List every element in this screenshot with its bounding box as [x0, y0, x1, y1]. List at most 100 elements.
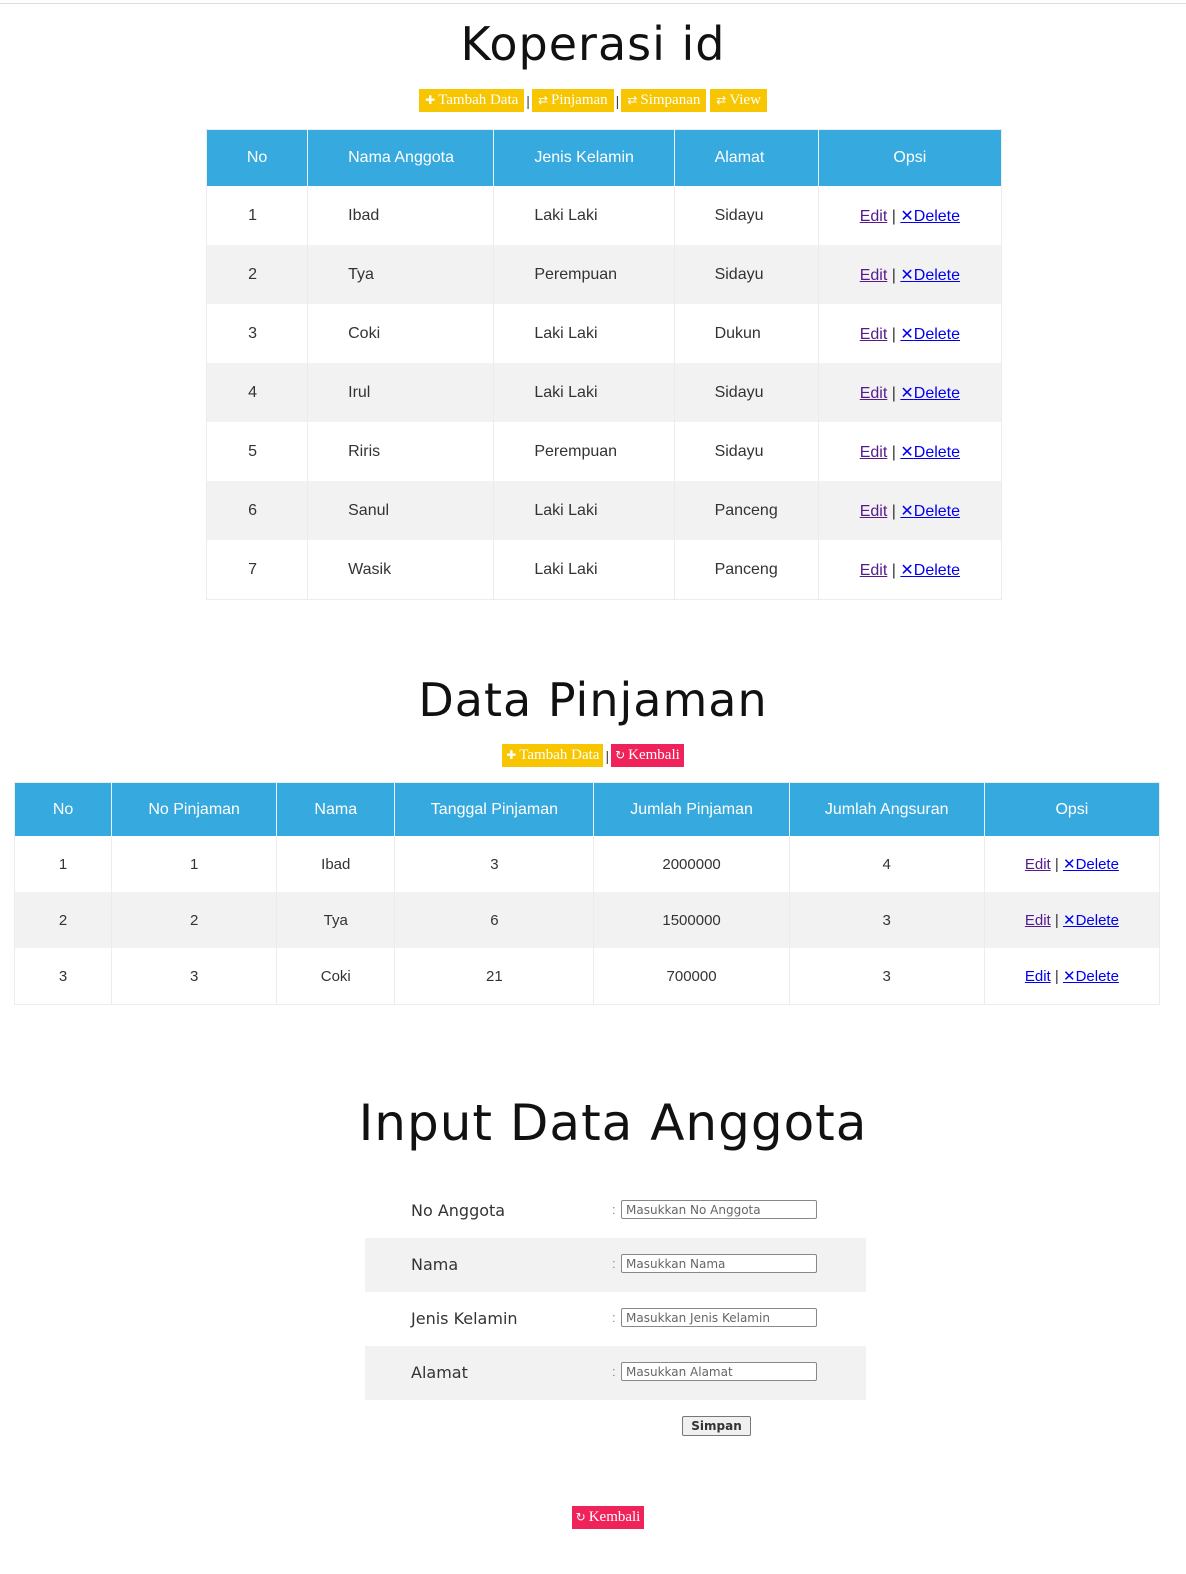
form-row: Nama : [365, 1238, 866, 1292]
separator: | [526, 92, 530, 109]
tambah-data-button[interactable]: ✚ Tambah Data [419, 89, 525, 112]
table-header-row: No No Pinjaman Nama Tanggal Pinjaman Jum… [14, 782, 1160, 836]
nama-cell: Coki [276, 948, 396, 1005]
close-icon: ✕ [900, 559, 914, 579]
alamat-input[interactable] [621, 1362, 817, 1381]
opsi-cell: Edit | ✕Delete [984, 892, 1160, 948]
edit-link[interactable]: Edit [1025, 968, 1051, 985]
separator: | [1054, 968, 1059, 985]
separator: | [605, 747, 610, 764]
kembali-label: Kembali [588, 1509, 641, 1525]
jenis-kelamin-cell: Laki Laki [493, 540, 675, 600]
field-label: Alamat [411, 1363, 468, 1382]
delete-label: Delete [913, 325, 961, 343]
delete-label: Delete [913, 443, 961, 461]
colon: : [612, 1202, 616, 1217]
nama-cell: Tya [307, 245, 495, 304]
column-header: Tanggal Pinjaman [394, 782, 595, 836]
table-row: 1 Ibad Laki Laki Sidayu Edit | ✕Delete [206, 186, 1002, 245]
table-row: 1 1 Ibad 3 2000000 4 Edit | ✕Delete [14, 836, 1160, 892]
no-cell: 2 [206, 245, 309, 304]
opsi-cell: Edit | ✕Delete [818, 186, 1002, 245]
delete-link[interactable]: ✕Delete [900, 324, 961, 343]
form-row: Alamat : [365, 1346, 866, 1400]
edit-link[interactable]: Edit [860, 385, 888, 402]
delete-link[interactable]: ✕Delete [900, 205, 960, 225]
nama-cell: Tya [276, 892, 396, 948]
table-row: 2 2 Tya 6 1500000 3 Edit | ✕Delete [14, 892, 1160, 948]
kembali-bottom-button[interactable]: ↻ Kembali [571, 1506, 645, 1529]
opsi-cell: Edit | ✕Delete [818, 245, 1002, 304]
column-header: No Pinjaman [111, 782, 278, 836]
delete-label: Delete [1075, 968, 1119, 985]
separator: | [1054, 856, 1059, 873]
delete-label: Delete [913, 266, 961, 284]
jenis-kelamin-cell: Laki Laki [493, 363, 675, 422]
jumlah-angsuran-cell: 4 [789, 836, 985, 892]
delete-label: Delete [1075, 912, 1119, 929]
simpan-button[interactable]: Simpan [682, 1416, 751, 1436]
edit-link[interactable]: Edit [860, 562, 888, 579]
view-button[interactable]: ⇄ View [710, 89, 767, 112]
no-cell: 1 [14, 836, 113, 892]
nama-input[interactable] [621, 1254, 817, 1273]
separator: | [615, 92, 620, 109]
field-label: No Anggota [411, 1201, 506, 1220]
delete-link[interactable]: ✕Delete [1062, 911, 1119, 929]
column-header: Alamat [674, 129, 819, 186]
close-icon: ✕ [1062, 967, 1076, 985]
close-icon: ✕ [1062, 911, 1076, 929]
top-divider [0, 3, 1186, 4]
table-row: 3 Coki Laki Laki Dukun Edit | ✕Delete [206, 304, 1002, 363]
jumlah-pinjaman-cell: 1500000 [593, 892, 790, 948]
edit-link[interactable]: Edit [860, 267, 888, 284]
column-header: Nama Anggota [307, 129, 495, 186]
colon: : [612, 1310, 616, 1325]
edit-link[interactable]: Edit [1025, 856, 1051, 873]
delete-link[interactable]: ✕Delete [900, 441, 961, 461]
separator: | [891, 325, 896, 343]
column-header: Opsi [984, 782, 1160, 836]
delete-link[interactable]: ✕Delete [900, 265, 961, 284]
jenis-kelamin-input[interactable] [621, 1308, 817, 1327]
plus-icon: ✚ [506, 748, 517, 762]
alamat-cell: Sidayu [674, 186, 819, 245]
jenis-kelamin-cell: Laki Laki [493, 186, 675, 245]
tanggal-cell: 21 [394, 948, 595, 1005]
delete-label: Delete [913, 561, 961, 579]
delete-link[interactable]: ✕Delete [1062, 967, 1119, 985]
edit-link[interactable]: Edit [860, 208, 888, 225]
opsi-cell: Edit | ✕Delete [984, 836, 1160, 892]
pinjaman-title: Data Pinjaman [418, 673, 768, 727]
transfer-icon: ⇄ [537, 93, 548, 107]
close-icon: ✕ [900, 500, 914, 520]
close-icon: ✕ [1062, 855, 1076, 873]
transfer-icon: ⇄ [627, 93, 638, 107]
edit-link[interactable]: Edit [860, 503, 888, 520]
pinjaman-button[interactable]: ⇄ Pinjaman [531, 89, 614, 112]
table-row: 6 Sanul Laki Laki Panceng Edit | ✕Delete [206, 481, 1002, 540]
simpanan-label: Simpanan [640, 92, 701, 108]
simpanan-button[interactable]: ⇄ Simpanan [621, 89, 707, 112]
edit-link[interactable]: Edit [860, 326, 888, 343]
tambah-data-label: Tambah Data [519, 747, 600, 763]
column-header: No [14, 782, 113, 836]
delete-link[interactable]: ✕Delete [900, 559, 961, 579]
tambah-pinjaman-button[interactable]: ✚ Tambah Data [502, 744, 604, 767]
table-row: 4 Irul Laki Laki Sidayu Edit | ✕Delete [206, 363, 1002, 422]
edit-link[interactable]: Edit [860, 444, 888, 461]
no-cell: 1 [206, 186, 309, 245]
alamat-cell: Sidayu [674, 245, 819, 304]
kembali-button[interactable]: ↻ Kembali [611, 744, 684, 767]
separator: | [891, 561, 896, 579]
delete-link[interactable]: ✕Delete [900, 500, 960, 520]
column-header: Jumlah Angsuran [789, 782, 985, 836]
jumlah-pinjaman-cell: 700000 [593, 948, 790, 1005]
close-icon: ✕ [900, 205, 914, 225]
no-anggota-input[interactable] [621, 1200, 817, 1219]
edit-link[interactable]: Edit [1025, 912, 1051, 929]
close-icon: ✕ [900, 441, 914, 461]
delete-link[interactable]: ✕Delete [1062, 855, 1119, 873]
separator: | [891, 443, 896, 461]
delete-link[interactable]: ✕Delete [900, 383, 960, 402]
